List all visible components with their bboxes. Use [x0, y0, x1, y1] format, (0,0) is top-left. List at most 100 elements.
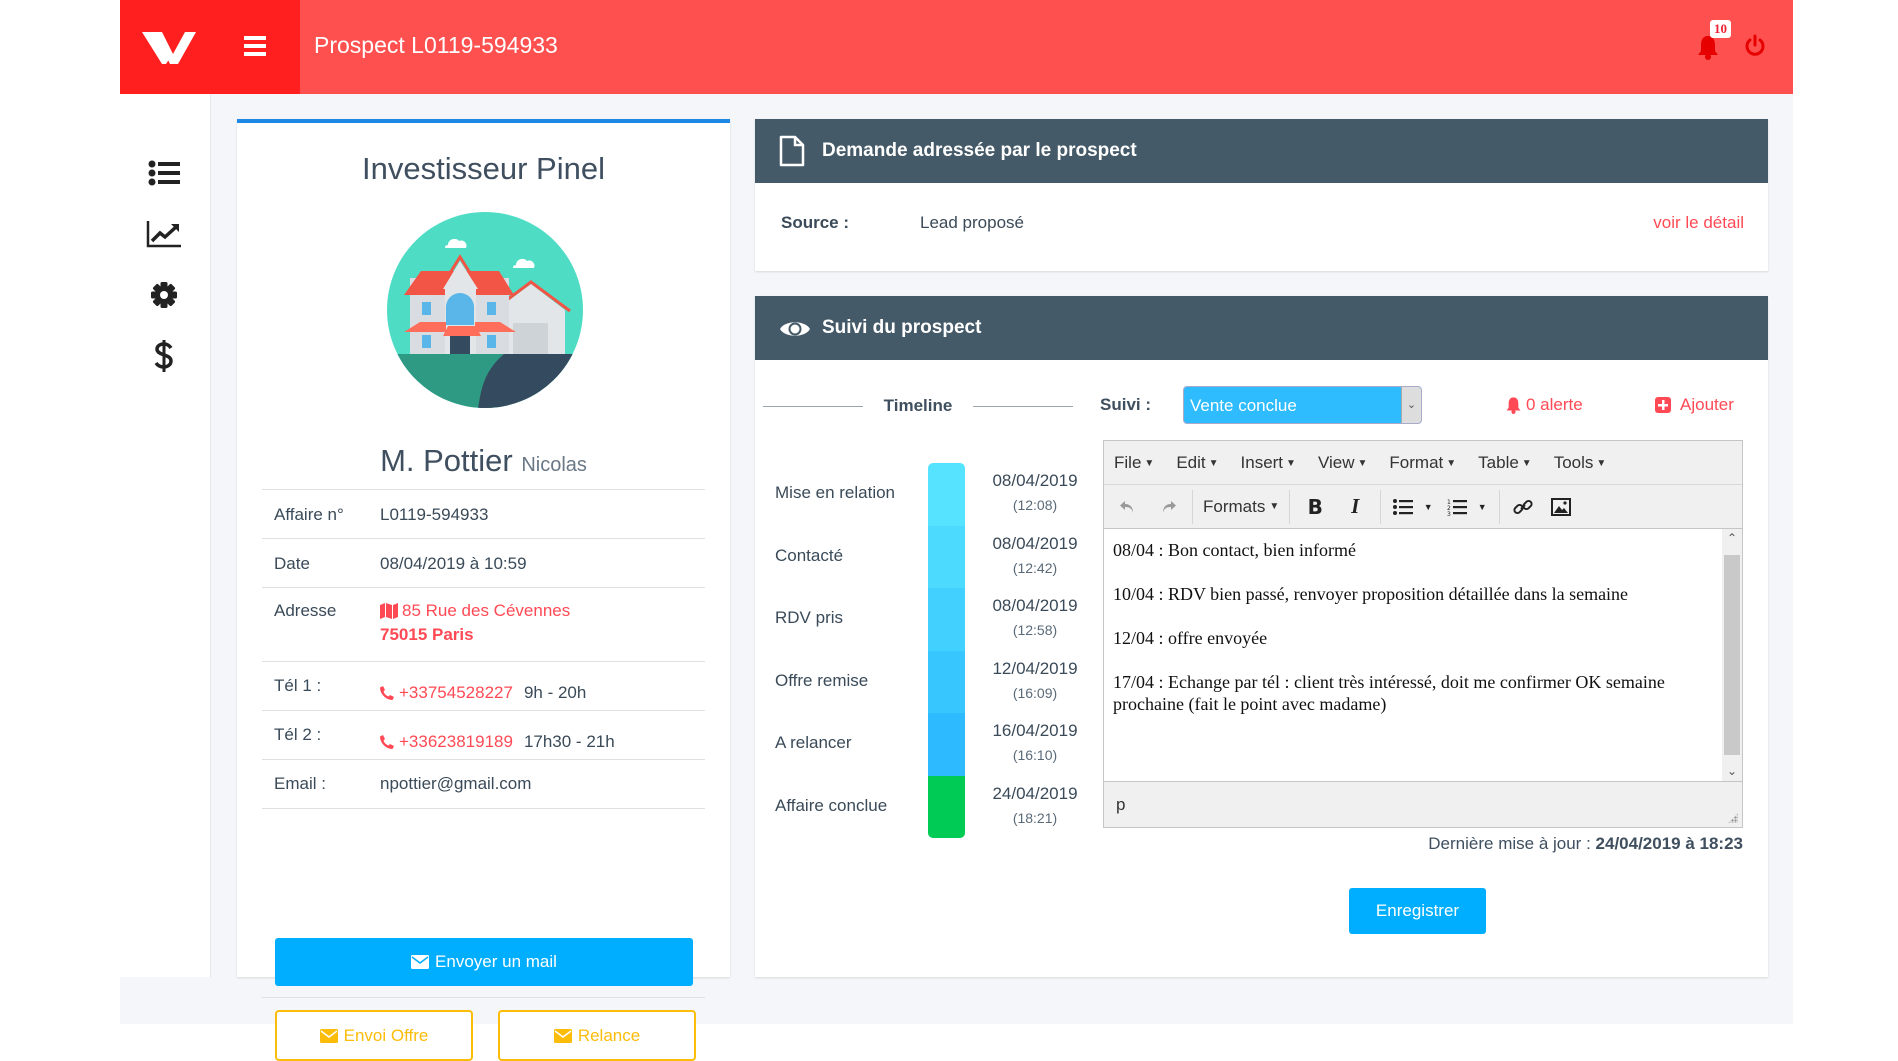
caret-down-icon: ▼ [1446, 457, 1457, 469]
power-icon[interactable] [1744, 34, 1766, 58]
caret-down-icon: ▼ [1357, 457, 1368, 469]
address-city: 75015 Paris [380, 625, 474, 644]
send-mail-label: Envoyer un mail [435, 952, 557, 971]
bullet-list-icon[interactable] [1391, 492, 1415, 522]
divider [973, 406, 1073, 407]
save-button[interactable]: Enregistrer [1349, 888, 1486, 934]
divider [1499, 489, 1501, 524]
timeline-header: Timeline [763, 396, 1073, 416]
address-street: 85 Rue des Cévennes [402, 601, 571, 620]
scroll-up-icon[interactable]: ⌃ [1722, 531, 1742, 546]
info-row-phone2: Tél 2 : +33623819189 17h30 - 21h [262, 710, 705, 759]
undo-icon[interactable] [1114, 492, 1140, 522]
send-mail-button[interactable]: Envoyer un mail [275, 938, 693, 986]
editor-scrollbar[interactable]: ⌃ ⌄ [1722, 529, 1742, 781]
bell-icon [1506, 397, 1521, 414]
svg-text:3: 3 [1447, 511, 1451, 516]
menu-edit[interactable]: Edit ▼ [1176, 453, 1218, 473]
phone2-link[interactable]: +33623819189 [399, 732, 513, 752]
add-label: Ajouter [1680, 395, 1734, 414]
menu-format[interactable]: Format ▼ [1389, 453, 1456, 473]
bold-icon[interactable]: B [1300, 492, 1330, 522]
numbered-list-icon[interactable]: 123 [1445, 492, 1469, 522]
menu-view[interactable]: View ▼ [1318, 453, 1367, 473]
sidebar-item-billing[interactable] [146, 340, 182, 372]
menu-tools[interactable]: Tools ▼ [1554, 453, 1607, 473]
followup-panel-title: Suivi du prospect [822, 317, 982, 338]
italic-icon[interactable]: I [1340, 492, 1370, 522]
timeline-segment [928, 525, 965, 588]
profile-title: Investisseur Pinel [362, 151, 605, 186]
menu-label: Format [1389, 452, 1444, 472]
request-panel-header: Demande adressée par le prospect [755, 119, 1768, 183]
timeline-step-date: 08/04/2019 [992, 596, 1078, 615]
timeline-step-label: Affaire conclue [775, 795, 888, 815]
reminder-label: Relance [577, 1025, 641, 1045]
logo[interactable] [140, 28, 198, 66]
element-path[interactable]: p [1116, 795, 1125, 815]
alert-link[interactable]: 0 alerte [1505, 395, 1583, 415]
redo-icon[interactable] [1156, 492, 1182, 522]
add-button[interactable]: Ajouter [1655, 395, 1734, 415]
followup-panel: Suivi du prospect Timeline Mise en relat… [755, 296, 1768, 977]
hamburger-icon[interactable] [244, 36, 266, 56]
address-link[interactable]: 85 Rue des Cévennes 75015 Paris [380, 601, 705, 661]
phone-icon [380, 735, 394, 749]
logo-area[interactable] [120, 0, 300, 94]
envelope-icon [411, 955, 430, 969]
phone2-hours: 17h30 - 21h [523, 732, 615, 751]
image-icon[interactable] [1548, 492, 1574, 522]
timeline-step-time: (16:10) [1012, 747, 1058, 763]
phone1-link[interactable]: +33754528227 [399, 683, 513, 703]
prospect-last-name: M. Pottier [380, 443, 513, 478]
timeline-segment [928, 650, 965, 713]
sidebar-item-stats[interactable] [146, 218, 182, 250]
info-value: L0119-594933 [380, 505, 489, 524]
timeline-step-date: 12/04/2019 [992, 658, 1078, 678]
timeline-step-label: A relancer [775, 733, 852, 752]
last-update-label: Dernière mise à jour : [1428, 834, 1591, 853]
timeline-step-label: Contacté [775, 545, 844, 565]
timeline-step-time: (12:08) [1012, 497, 1058, 513]
info-label: Affaire n° [274, 505, 344, 524]
reminder-button[interactable]: Relance [498, 1010, 696, 1061]
menu-table[interactable]: Table ▼ [1478, 453, 1532, 473]
info-row-email: Email : npottier@gmail.com [262, 759, 705, 809]
info-label: Adresse [274, 601, 337, 620]
source-label: Source : [781, 213, 850, 232]
editor-menubar: File ▼ Edit ▼ Insert ▼ View ▼ Format ▼ Table ▼… [1104, 441, 1742, 485]
scroll-down-icon[interactable]: ⌄ [1722, 764, 1742, 779]
menu-label: Table [1478, 452, 1519, 472]
send-offer-label: Envoi Offre [343, 1025, 429, 1045]
sidebar-item-settings[interactable] [146, 279, 182, 311]
notification-badge: 10 [1710, 20, 1731, 38]
menu-file[interactable]: File ▼ [1114, 453, 1154, 473]
sidebar [120, 94, 211, 977]
formats-dropdown[interactable]: Formats ▼ [1203, 492, 1279, 522]
status-select-value: Vente conclue [1190, 396, 1297, 415]
app: Prospect L0119-594933 10 Investisseur Pi… [120, 0, 1793, 1061]
timeline-segment [928, 463, 965, 526]
prospect-profile-card: Investisseur Pinel M. Pottier Nicolas Af… [237, 119, 730, 1061]
view-detail-link[interactable]: voir le détail [1653, 213, 1744, 233]
timeline-segment [928, 713, 965, 776]
menu-insert[interactable]: Insert ▼ [1241, 453, 1296, 473]
info-value-email: npottier@gmail.com [380, 774, 532, 793]
caret-down-icon[interactable]: ▼ [1475, 492, 1489, 522]
status-select[interactable]: Vente conclue ⌄ [1183, 386, 1422, 424]
timeline-segment [928, 775, 965, 838]
page-title: Prospect L0119-594933 [314, 32, 558, 58]
caret-down-icon[interactable]: ▼ [1421, 492, 1435, 522]
scrollbar-thumb[interactable] [1724, 555, 1740, 755]
source-value: Lead proposé [920, 213, 1024, 232]
menu-label: Insert [1240, 452, 1284, 472]
send-offer-button[interactable]: Envoi Offre [275, 1010, 473, 1061]
chevron-down-icon[interactable]: ⌄ [1401, 387, 1421, 423]
resize-handle-icon[interactable] [1728, 813, 1738, 823]
link-icon[interactable] [1510, 492, 1536, 522]
info-label: Tél 2 : [274, 725, 322, 744]
envelope-icon [319, 1028, 338, 1043]
sidebar-item-list[interactable] [146, 157, 182, 189]
menu-label: View [1317, 452, 1355, 472]
editor-content[interactable]: 08/04 : Bon contact, bien informé 10/04 … [1104, 529, 1742, 781]
